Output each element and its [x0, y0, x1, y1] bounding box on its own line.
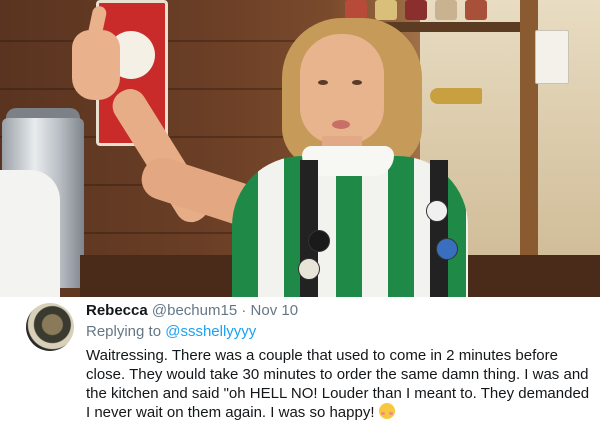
pursed-lips — [332, 120, 350, 129]
waitress-photo — [0, 0, 600, 297]
flair-button — [308, 230, 330, 252]
shelf-can — [435, 0, 457, 20]
user-handle[interactable]: @bechum15 — [152, 302, 237, 319]
shelf-can — [375, 0, 397, 20]
shelf-can — [465, 0, 487, 20]
wall-switch-plate — [535, 30, 569, 84]
meta-separator: · — [241, 302, 247, 319]
tweet: Rebecca @bechum15 · Nov 10 Replying to @… — [0, 297, 600, 422]
tweet-body: Waitressing. There was a couple that use… — [86, 346, 591, 422]
tweet-date[interactable]: Nov 10 — [251, 302, 299, 319]
flair-button — [298, 258, 320, 280]
tweet-header: Rebecca @bechum15 · Nov 10 — [86, 301, 298, 321]
shelf-can — [345, 0, 367, 20]
tweet-text: Waitressing. There was a couple that use… — [86, 347, 590, 421]
user-avatar[interactable] — [26, 303, 74, 351]
right-eye — [352, 80, 362, 85]
shelf-can — [405, 0, 427, 20]
flair-button — [436, 238, 458, 260]
replying-to-label: Replying to — [86, 323, 166, 340]
display-name[interactable]: Rebecca — [86, 302, 148, 319]
smiling-blushing-face-icon — [378, 403, 395, 419]
meme-screenshot: Rebecca @bechum15 · Nov 10 Replying to @… — [0, 0, 600, 422]
suspender-right — [430, 160, 448, 297]
replying-to: Replying to @ssshellyyyy — [86, 322, 256, 342]
flair-button — [426, 200, 448, 222]
mention-link[interactable]: @ssshellyyyy — [165, 323, 256, 340]
customer-shoulder — [0, 170, 60, 297]
trumpet-decoration — [430, 88, 482, 104]
left-eye — [318, 80, 328, 85]
